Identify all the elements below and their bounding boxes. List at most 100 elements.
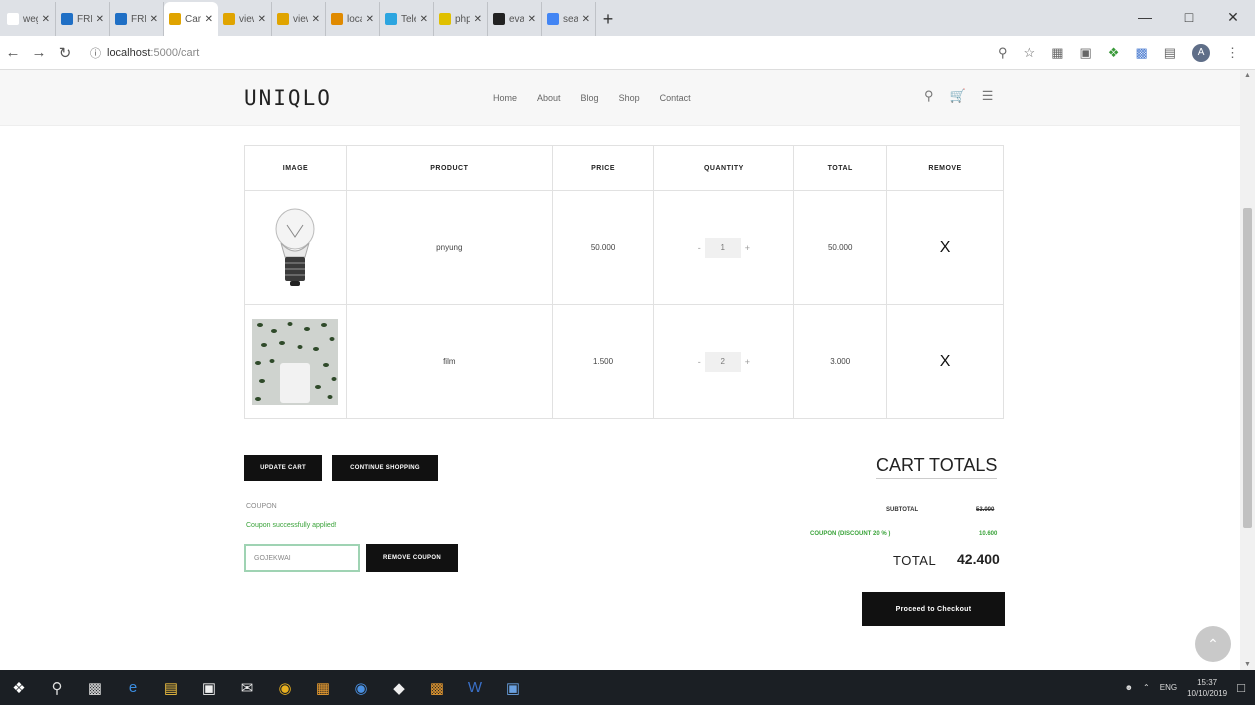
browser-tab[interactable]: search ✕	[542, 2, 596, 36]
tab-label: php	[455, 13, 470, 25]
app-icon[interactable]: ▣	[494, 670, 532, 705]
tab-close-icon[interactable]: ✕	[474, 14, 482, 25]
close-icon[interactable]: ✕	[1211, 0, 1255, 34]
tab-close-icon[interactable]: ✕	[582, 14, 590, 25]
green-pattern-image	[252, 318, 339, 405]
decrease-button[interactable]: -	[698, 357, 701, 367]
word-icon[interactable]: W	[456, 670, 494, 705]
new-tab-button[interactable]: +	[596, 2, 620, 36]
notifications-icon[interactable]: □	[1237, 680, 1245, 695]
extension-icon[interactable]: ▣	[1079, 45, 1091, 61]
quantity-input[interactable]: 1	[704, 237, 741, 258]
browser-tab[interactable]: Telegr ✕	[380, 2, 434, 36]
site-logo[interactable]: UNIQLO	[244, 86, 332, 110]
extension-icon[interactable]: ▤	[1164, 45, 1176, 61]
edge-icon[interactable]: e	[114, 670, 152, 705]
url-host: localhost	[107, 46, 151, 59]
chrome-icon[interactable]: ◉	[266, 670, 304, 705]
zoom-icon[interactable]: ⚲	[998, 45, 1008, 61]
bookmark-star-icon[interactable]: ☆	[1024, 45, 1036, 61]
nav-link-contact[interactable]: Contact	[660, 93, 691, 103]
row-total: 50.000	[793, 190, 888, 305]
light-bulb-image	[273, 207, 317, 289]
tab-close-icon[interactable]: ✕	[366, 14, 374, 25]
scrollbar-thumb[interactable]	[1243, 208, 1252, 528]
menu-icon[interactable]: ☰	[982, 88, 994, 104]
task-view-icon[interactable]: ▩	[76, 670, 114, 705]
coupon-discount-label: COUPON (DISCOUNT 20 % )	[810, 531, 891, 537]
browser-tab[interactable]: view-s ✕	[272, 2, 326, 36]
forward-icon[interactable]: →	[26, 44, 52, 61]
maximize-icon[interactable]: □	[1167, 0, 1211, 34]
coupon-code-input[interactable]: GOJEKWAI	[244, 544, 360, 572]
profile-avatar[interactable]: A	[1192, 43, 1211, 62]
tab-close-icon[interactable]: ✕	[420, 14, 428, 25]
chevron-up-icon[interactable]: ⌃	[1143, 683, 1150, 692]
extension-icon[interactable]: ▦	[1051, 45, 1063, 61]
subtotal-label: SUBTOTAL	[886, 507, 919, 513]
file-explorer-icon[interactable]: ▤	[152, 670, 190, 705]
header-icons: ⚲ 🛒 ☰	[924, 88, 993, 104]
browser-tab[interactable]: wegan ✕	[2, 2, 56, 36]
remove-button[interactable]: X	[886, 304, 1004, 419]
people-icon[interactable]: ☻	[1125, 683, 1133, 692]
sublime-icon[interactable]: ▦	[304, 670, 342, 705]
browser-tab[interactable]: Cart ✕	[164, 2, 218, 36]
clock[interactable]: 15:37 10/10/2019	[1187, 677, 1227, 699]
tab-close-icon[interactable]: ✕	[528, 14, 536, 25]
browser-tab[interactable]: evanf ✕	[488, 2, 542, 36]
cart-icon[interactable]: 🛒	[950, 88, 966, 104]
mail-icon[interactable]: ✉	[228, 670, 266, 705]
git-icon[interactable]: ◆	[380, 670, 418, 705]
nav-link-about[interactable]: About	[537, 93, 561, 103]
browser-tab[interactable]: FREE F ✕	[56, 2, 110, 36]
start-icon[interactable]: ❖	[0, 670, 38, 705]
maps-icon[interactable]: ◉	[342, 670, 380, 705]
page-scrollbar[interactable]: ▲ ▼	[1240, 70, 1255, 670]
menu-dots-icon[interactable]: ⋮	[1226, 45, 1239, 61]
minimize-icon[interactable]: —	[1123, 0, 1167, 34]
browser-tab[interactable]: FREE F ✕	[110, 2, 164, 36]
update-cart-button[interactable]: UPDATE CART	[244, 455, 322, 481]
back-icon[interactable]: ←	[0, 44, 26, 61]
table-header-row: IMAGE PRODUCT PRICE QUANTITY TOTAL REMOV…	[244, 145, 1004, 191]
url-field[interactable]: ⓘ localhost:5000/cart	[84, 40, 954, 66]
product-price: 1.500	[551, 304, 655, 419]
nav-link-blog[interactable]: Blog	[581, 93, 599, 103]
search-icon[interactable]: ⚲	[38, 670, 76, 705]
reload-icon[interactable]: ↻	[52, 44, 78, 62]
scroll-up-icon[interactable]: ▲	[1244, 72, 1251, 79]
store-icon[interactable]: ▣	[190, 670, 228, 705]
tab-close-icon[interactable]: ✕	[42, 14, 50, 25]
quantity-stepper: - 2 +	[698, 351, 750, 372]
quantity-input[interactable]: 2	[704, 351, 741, 372]
extension-icon[interactable]: ▩	[1135, 45, 1147, 61]
tab-close-icon[interactable]: ✕	[205, 14, 213, 25]
increase-button[interactable]: +	[745, 243, 750, 253]
nav-link-shop[interactable]: Shop	[619, 93, 640, 103]
language-indicator[interactable]: ENG	[1160, 683, 1177, 692]
nav-link-home[interactable]: Home	[493, 93, 517, 103]
app-icon[interactable]: ▩	[418, 670, 456, 705]
product-image-cell	[244, 190, 347, 305]
scroll-down-icon[interactable]: ▼	[1244, 661, 1251, 668]
tab-close-icon[interactable]: ✕	[312, 14, 320, 25]
tab-close-icon[interactable]: ✕	[258, 14, 266, 25]
tab-close-icon[interactable]: ✕	[96, 14, 104, 25]
tab-close-icon[interactable]: ✕	[150, 14, 158, 25]
col-header-product: PRODUCT	[345, 145, 553, 191]
proceed-checkout-button[interactable]: Proceed to Checkout	[862, 592, 1005, 626]
continue-shopping-button[interactable]: CONTINUE SHOPPING	[332, 455, 438, 481]
remove-coupon-button[interactable]: REMOVE COUPON	[366, 544, 458, 572]
search-icon[interactable]: ⚲	[924, 88, 934, 104]
remove-button[interactable]: X	[886, 190, 1004, 305]
decrease-button[interactable]: -	[698, 243, 701, 253]
back-to-top-button[interactable]: ⌃	[1195, 626, 1231, 662]
browser-tab[interactable]: php ✕	[434, 2, 488, 36]
browser-tab[interactable]: localh ✕	[326, 2, 380, 36]
col-header-remove: REMOVE	[886, 145, 1004, 191]
browser-tab[interactable]: view-s ✕	[218, 2, 272, 36]
extension-leaf-icon[interactable]: ❖	[1108, 45, 1120, 61]
info-icon[interactable]: ⓘ	[90, 45, 101, 61]
increase-button[interactable]: +	[745, 357, 750, 367]
